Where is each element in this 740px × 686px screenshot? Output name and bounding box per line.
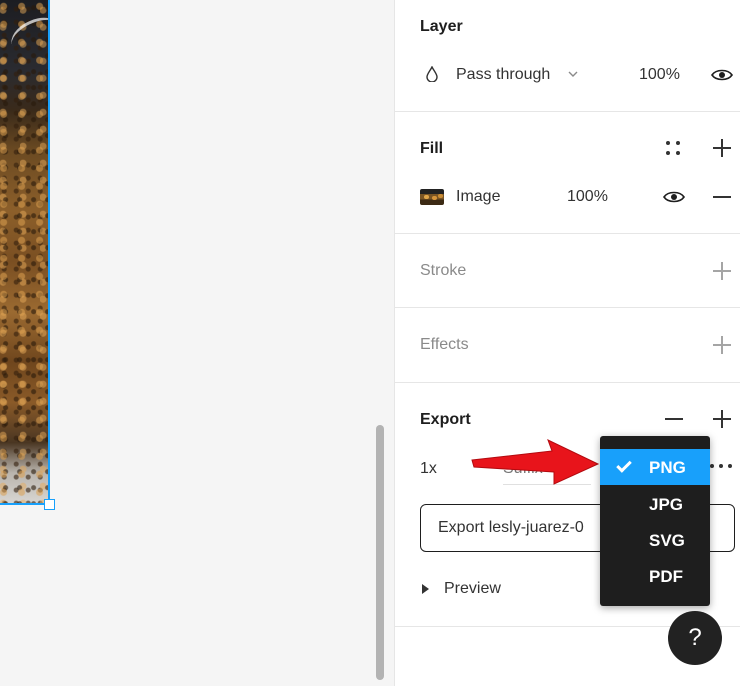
- layer-opacity-value[interactable]: 100%: [639, 66, 680, 84]
- arrow-annotation: [471, 439, 600, 485]
- add-stroke-plus-icon[interactable]: [713, 262, 731, 280]
- chevron-down-icon[interactable]: [567, 70, 579, 78]
- canvas-scrollbar[interactable]: [376, 425, 384, 680]
- selection-handle[interactable]: [44, 499, 55, 510]
- add-export-plus-icon[interactable]: [713, 410, 731, 428]
- remove-fill-minus-icon[interactable]: [713, 188, 731, 206]
- fill-title: Fill: [420, 140, 444, 157]
- layer-section: Layer Pass through 100%: [395, 0, 740, 112]
- format-option-pdf[interactable]: PDF: [600, 558, 710, 594]
- format-option-svg[interactable]: SVG: [600, 522, 710, 558]
- image-thumbnail[interactable]: [420, 189, 444, 205]
- selected-image-frame[interactable]: [0, 0, 50, 505]
- stroke-section: Stroke: [395, 234, 740, 308]
- format-option-label: PNG: [649, 458, 686, 477]
- format-option-label: PDF: [649, 567, 683, 586]
- help-button[interactable]: ?: [668, 611, 722, 665]
- export-scale-select[interactable]: 1x: [420, 460, 437, 478]
- format-dropdown: PNG JPG SVG PDF: [600, 436, 710, 606]
- preview-toggle[interactable]: Preview: [444, 580, 501, 598]
- format-option-label: SVG: [649, 531, 685, 550]
- fill-opacity-value[interactable]: 100%: [567, 188, 608, 206]
- add-fill-plus-icon[interactable]: [713, 139, 731, 157]
- effects-title: Effects: [420, 336, 469, 353]
- triangle-right-icon[interactable]: [422, 584, 429, 594]
- fill-section: Fill Image 100%: [395, 112, 740, 234]
- layer-title: Layer: [420, 18, 463, 35]
- eye-icon[interactable]: [663, 190, 685, 204]
- export-title: Export: [420, 411, 471, 428]
- food-photo: [0, 0, 48, 503]
- format-option-label: JPG: [649, 495, 684, 514]
- format-option-png[interactable]: PNG: [600, 449, 710, 485]
- effects-section: Effects: [395, 308, 740, 383]
- remove-export-minus-icon[interactable]: [665, 410, 683, 428]
- eye-icon[interactable]: [711, 68, 733, 82]
- canvas[interactable]: [0, 0, 394, 686]
- drop-icon: [426, 66, 438, 82]
- format-option-jpg[interactable]: JPG: [600, 486, 710, 522]
- stroke-title: Stroke: [420, 262, 467, 279]
- fill-type-label[interactable]: Image: [456, 188, 500, 206]
- blend-mode-select[interactable]: Pass through: [456, 66, 550, 84]
- style-grid-icon[interactable]: [666, 141, 680, 155]
- add-effect-plus-icon[interactable]: [713, 336, 731, 354]
- check-icon: [616, 457, 632, 473]
- more-icon[interactable]: [710, 462, 734, 470]
